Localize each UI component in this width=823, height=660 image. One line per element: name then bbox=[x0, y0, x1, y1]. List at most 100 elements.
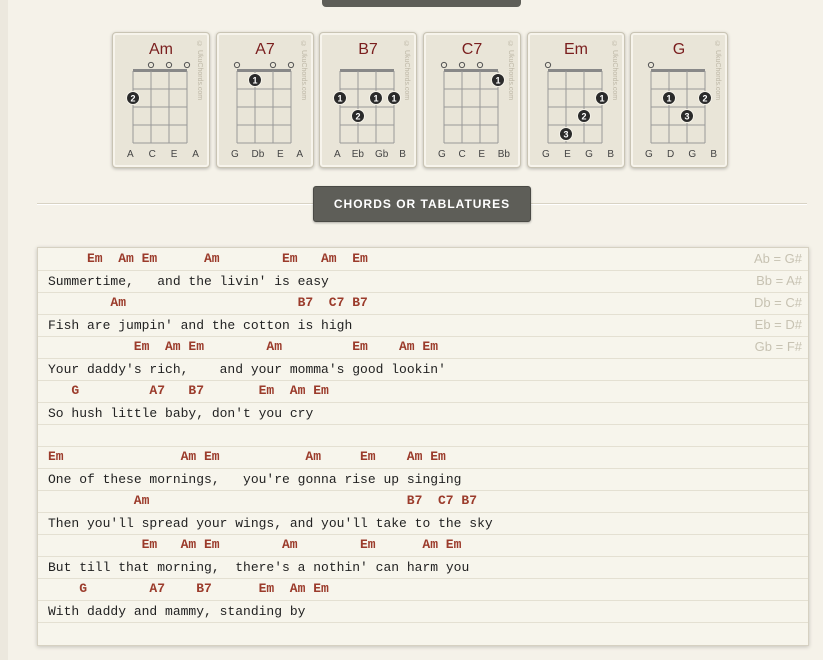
chord-label[interactable]: Em bbox=[282, 251, 298, 266]
chord-label[interactable]: G bbox=[79, 581, 87, 596]
finger-number: 2 bbox=[702, 94, 707, 104]
chord-label[interactable]: Em bbox=[48, 449, 64, 464]
string-note: G bbox=[438, 149, 446, 160]
chord-label[interactable]: Am bbox=[181, 537, 197, 552]
chord-label[interactable]: Em bbox=[142, 537, 158, 552]
chord-label[interactable]: Em bbox=[142, 251, 158, 266]
string-note: G bbox=[542, 149, 550, 160]
chord-label[interactable]: Am bbox=[282, 537, 298, 552]
finger-dot: 1 bbox=[595, 91, 609, 105]
chord-label[interactable]: Am bbox=[407, 449, 423, 464]
chords-or-tablatures-button[interactable]: CHORDS OR TABLATURES bbox=[313, 186, 531, 222]
chord-label[interactable]: B7 bbox=[407, 493, 423, 508]
chord-label[interactable]: Em bbox=[352, 251, 368, 266]
finger-number: 1 bbox=[337, 94, 342, 104]
chord-label[interactable]: Am bbox=[204, 251, 220, 266]
chord-label[interactable]: Em bbox=[259, 581, 275, 596]
chord-label[interactable]: B7 bbox=[188, 383, 204, 398]
enharmonic-equivalent: Gb = F# bbox=[754, 339, 802, 354]
chord-label[interactable]: Em bbox=[188, 339, 204, 354]
chord-label[interactable]: Em bbox=[422, 339, 438, 354]
open-string-marker bbox=[269, 61, 277, 69]
chord-label[interactable]: C7 bbox=[438, 493, 454, 508]
chord-label[interactable]: B7 bbox=[352, 295, 368, 310]
open-string-marker bbox=[458, 61, 466, 69]
fretboard-nut bbox=[340, 69, 394, 72]
string-note: C bbox=[458, 149, 466, 160]
finger-dot: 1 bbox=[662, 91, 676, 105]
lyric-text: Fish are jumpin' and the cotton is high bbox=[48, 318, 353, 333]
chord-label[interactable]: Em bbox=[446, 537, 462, 552]
chord-label[interactable]: Em bbox=[352, 339, 368, 354]
chord-label[interactable]: Am bbox=[321, 251, 337, 266]
chord-label[interactable]: B7 bbox=[298, 295, 314, 310]
chord-label[interactable]: Em bbox=[204, 537, 220, 552]
chord-card-c7[interactable]: C7 © UkuChords.com 1 G C E Bb bbox=[423, 32, 521, 168]
chord-card-em[interactable]: Em © UkuChords.com 1 2 3 G E G B bbox=[527, 32, 625, 168]
lyric-line: Then you'll spread your wings, and you'l… bbox=[38, 512, 808, 535]
string-note: Eb bbox=[351, 149, 364, 160]
chord-card-g[interactable]: G © UkuChords.com 1 2 3 G D G B bbox=[630, 32, 728, 168]
chord-label[interactable]: Em bbox=[259, 383, 275, 398]
chord-label[interactable]: B7 bbox=[196, 581, 212, 596]
chord-label[interactable]: Em bbox=[313, 383, 329, 398]
chord-card-b7[interactable]: B7 © UkuChords.com 1 1 1 2 A Eb Gb B bbox=[319, 32, 417, 168]
lyric-line: With daddy and mammy, standing by bbox=[38, 600, 808, 623]
chord-card-a7[interactable]: A7 © UkuChords.com 1 G Db E A bbox=[216, 32, 314, 168]
lyric-line: Summertime, and the livin' is easy bbox=[38, 270, 808, 293]
chord-label[interactable]: A7 bbox=[149, 383, 165, 398]
chord-label[interactable]: Am bbox=[290, 581, 306, 596]
fretboard-diagram: 1 2 3 bbox=[647, 61, 712, 144]
chord-label[interactable]: Am bbox=[266, 339, 282, 354]
chord-label[interactable]: Em bbox=[360, 537, 376, 552]
open-string-marker bbox=[440, 61, 448, 69]
fretboard-nut bbox=[444, 69, 498, 72]
chord-label[interactable]: Am bbox=[134, 493, 150, 508]
chord-label[interactable]: Am bbox=[290, 383, 306, 398]
string-note: A bbox=[192, 149, 199, 160]
string-note: A bbox=[127, 149, 134, 160]
lyric-line: But till that morning, there's a nothin'… bbox=[38, 556, 808, 579]
string-note: D bbox=[666, 149, 675, 160]
fretboard-nut bbox=[133, 69, 187, 72]
string-notes: A Eb Gb B bbox=[334, 149, 406, 160]
lyric-text: With daddy and mammy, standing by bbox=[48, 604, 306, 619]
chord-label[interactable]: Em bbox=[134, 339, 150, 354]
chord-label[interactable]: Am bbox=[165, 339, 181, 354]
string-note: C bbox=[148, 149, 156, 160]
string-notes: G Db E A bbox=[231, 149, 303, 160]
chord-label[interactable]: Em bbox=[430, 449, 446, 464]
chord-label[interactable]: Am bbox=[118, 251, 134, 266]
chord-line: Em Am Em Am Em Am Em bbox=[38, 248, 808, 271]
lyric-line: Fish are jumpin' and the cotton is high bbox=[38, 314, 808, 337]
chord-label[interactable]: G bbox=[71, 383, 79, 398]
chord-card-am[interactable]: Am © UkuChords.com 2 A C E A bbox=[112, 32, 210, 168]
finger-number: 2 bbox=[581, 112, 586, 122]
fretboard-diagram: 1 bbox=[233, 61, 295, 144]
chord-label[interactable]: Em bbox=[204, 449, 220, 464]
chord-label[interactable]: Em bbox=[87, 251, 103, 266]
chord-label[interactable]: Em bbox=[360, 449, 376, 464]
fretboard-diagram: 2 bbox=[126, 61, 191, 144]
chord-label[interactable]: Am bbox=[181, 449, 197, 464]
chord-label[interactable]: Am bbox=[399, 339, 415, 354]
finger-number: 1 bbox=[599, 94, 604, 104]
chord-label[interactable]: Am bbox=[110, 295, 126, 310]
chord-label[interactable]: Am bbox=[305, 449, 321, 464]
chord-label[interactable]: Em bbox=[313, 581, 329, 596]
finger-dot: 2 bbox=[351, 109, 365, 123]
finger-dot: 3 bbox=[680, 109, 694, 123]
lyric-text: Your daddy's rich, and your momma's good… bbox=[48, 362, 446, 377]
chord-line: G A7 B7 Em Am Em bbox=[38, 380, 808, 403]
chord-label[interactable]: Am bbox=[422, 537, 438, 552]
enharmonic-equivalent: Ab = G# bbox=[753, 251, 802, 266]
lyric-line: So hush little baby, don't you cry bbox=[38, 402, 808, 425]
string-note: Gb bbox=[374, 149, 389, 160]
finger-dot: 1 bbox=[491, 73, 505, 87]
chord-line: Em Am Em Am Em Am Em bbox=[38, 534, 808, 557]
chord-label[interactable]: B7 bbox=[461, 493, 477, 508]
open-string-marker bbox=[233, 61, 241, 69]
fretboard-nut bbox=[548, 69, 602, 72]
chord-label[interactable]: A7 bbox=[149, 581, 165, 596]
chord-label[interactable]: C7 bbox=[329, 295, 345, 310]
